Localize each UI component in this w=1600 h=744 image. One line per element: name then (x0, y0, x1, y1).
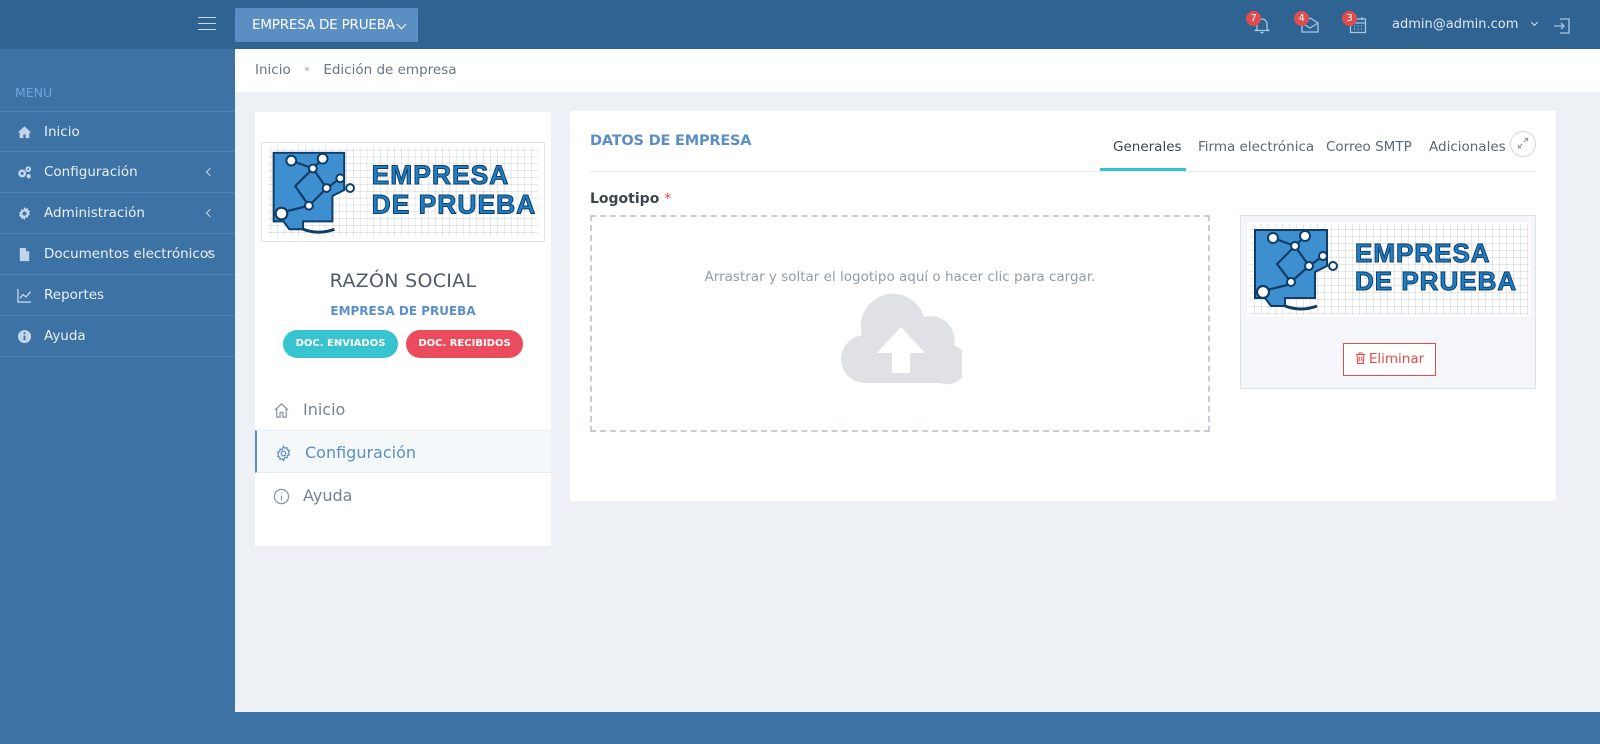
svg-text:DE PRUEBA: DE PRUEBA (1355, 266, 1517, 296)
user-email: admin@admin.com (1392, 17, 1519, 32)
company-selector-label: EMPRESA DE PRUEBA (252, 17, 395, 33)
chevron-down-icon (1530, 18, 1538, 27)
expand-button[interactable] (1510, 131, 1536, 157)
company-logo: EMPRESA DE PRUEBA (261, 142, 545, 242)
sidebar-item-ayuda[interactable]: Ayuda (0, 316, 235, 357)
company-profile-card: EMPRESA DE PRUEBA RAZÓN SOCIAL EMPRESA D… (255, 112, 551, 546)
dropzone-text: Arrastrar y soltar el logotipo aquí o ha… (704, 269, 1096, 285)
info-icon (17, 329, 32, 344)
info-icon (273, 488, 290, 505)
delete-logo-label: Eliminar (1368, 351, 1425, 367)
calendar-badge: 3 (1342, 11, 1357, 26)
home-icon (17, 126, 32, 139)
received-documents-button[interactable]: DOC. RECIBIDOS (406, 330, 523, 358)
breadcrumb-home-link[interactable]: Inicio (255, 62, 291, 78)
chevron-down-icon (396, 19, 407, 30)
document-icon (19, 247, 30, 262)
delete-logo-button[interactable]: Eliminar (1343, 343, 1436, 376)
trash-icon (1355, 352, 1365, 364)
tab-firma-electronica[interactable]: Firma electrónica (1198, 131, 1314, 171)
topbar: EMPRESA DE PRUEBA 7 4 3 admin@admin.com (0, 0, 1600, 49)
expand-icon (1517, 137, 1529, 149)
sidebar-item-administracion[interactable]: Administración (0, 193, 235, 234)
profile-nav-ayuda[interactable]: Ayuda (255, 474, 551, 517)
sidebar-item-label: Reportes (44, 287, 105, 303)
tab-adicionales[interactable]: Adicionales (1429, 131, 1506, 171)
logo-dropzone[interactable]: Arrastrar y soltar el logotipo aquí o ha… (590, 215, 1210, 432)
company-title: RAZÓN SOCIAL (329, 270, 477, 292)
svg-text:DE PRUEBA: DE PRUEBA (372, 190, 537, 220)
sidebar: MENU Inicio Configuración Administración… (0, 49, 235, 744)
sidebar-item-label: Documentos electrónicos (44, 246, 216, 262)
menu-title: MENU (15, 85, 53, 100)
content-area: Inicio Edición de empresa EMPRESA DE PRU… (235, 49, 1600, 712)
svg-text:EMPRESA: EMPRESA (1355, 238, 1491, 268)
breadcrumb: Inicio Edición de empresa (235, 49, 1600, 92)
chevron-left-icon (205, 208, 215, 218)
chart-line-icon (17, 288, 32, 303)
hamburger-menu-icon[interactable] (198, 17, 216, 31)
profile-nav-label: Inicio (303, 400, 346, 419)
profile-nav-label: Configuración (305, 443, 417, 462)
sent-documents-button[interactable]: DOC. ENVIADOS (283, 330, 398, 358)
tabs-divider (590, 171, 1536, 172)
user-menu[interactable]: admin@admin.com (1392, 17, 1538, 32)
logo-field-label: Logotipo * (590, 191, 672, 207)
breadcrumb-separator (305, 67, 310, 71)
tab-generales[interactable]: Generales (1100, 131, 1186, 171)
company-data-card: DATOS DE EMPRESA Generales Firma electró… (570, 111, 1556, 501)
home-icon (274, 403, 289, 418)
tab-correo-smtp[interactable]: Correo SMTP (1326, 131, 1412, 171)
sidebar-item-reportes[interactable]: Reportes (0, 275, 235, 316)
gear-icon (18, 206, 31, 221)
chevron-left-icon (205, 167, 215, 177)
company-name: EMPRESA DE PRUEBA (330, 304, 476, 318)
sidebar-item-documentos[interactable]: Documentos electrónicos (0, 234, 235, 275)
company-logo-image: EMPRESA DE PRUEBA (263, 143, 543, 241)
sign-out-icon (1554, 18, 1570, 34)
sidebar-item-inicio[interactable]: Inicio (0, 111, 235, 152)
notifications-badge: 7 (1246, 11, 1261, 26)
sidebar-item-label: Inicio (44, 124, 80, 140)
sidebar-item-configuracion[interactable]: Configuración (0, 152, 235, 193)
card-title: DATOS DE EMPRESA (590, 133, 752, 149)
profile-nav-configuracion[interactable]: Configuración (255, 430, 551, 473)
messages-badge: 4 (1294, 11, 1309, 26)
logo-preview: EMPRESA DE PRUEBA Eliminar (1240, 215, 1536, 389)
required-mark: * (664, 191, 672, 207)
logo-preview-image: EMPRESA DE PRUEBA (1247, 222, 1531, 317)
gear-icon (276, 445, 291, 462)
svg-text:EMPRESA: EMPRESA (372, 160, 510, 190)
profile-nav-inicio[interactable]: Inicio (255, 388, 551, 431)
profile-nav-label: Ayuda (303, 486, 353, 505)
gears-icon (18, 166, 32, 179)
sidebar-item-label: Administración (44, 205, 145, 221)
company-selector-button[interactable]: EMPRESA DE PRUEBA (235, 8, 418, 42)
breadcrumb-current: Edición de empresa (323, 62, 457, 78)
sidebar-item-label: Configuración (44, 164, 138, 180)
messages-button[interactable]: 4 (1294, 11, 1322, 37)
cloud-upload-icon (841, 293, 962, 385)
logout-button[interactable] (1552, 16, 1572, 36)
calendar-button[interactable]: 3 (1342, 11, 1370, 37)
sidebar-item-label: Ayuda (44, 328, 86, 344)
notifications-button[interactable]: 7 (1246, 11, 1274, 37)
